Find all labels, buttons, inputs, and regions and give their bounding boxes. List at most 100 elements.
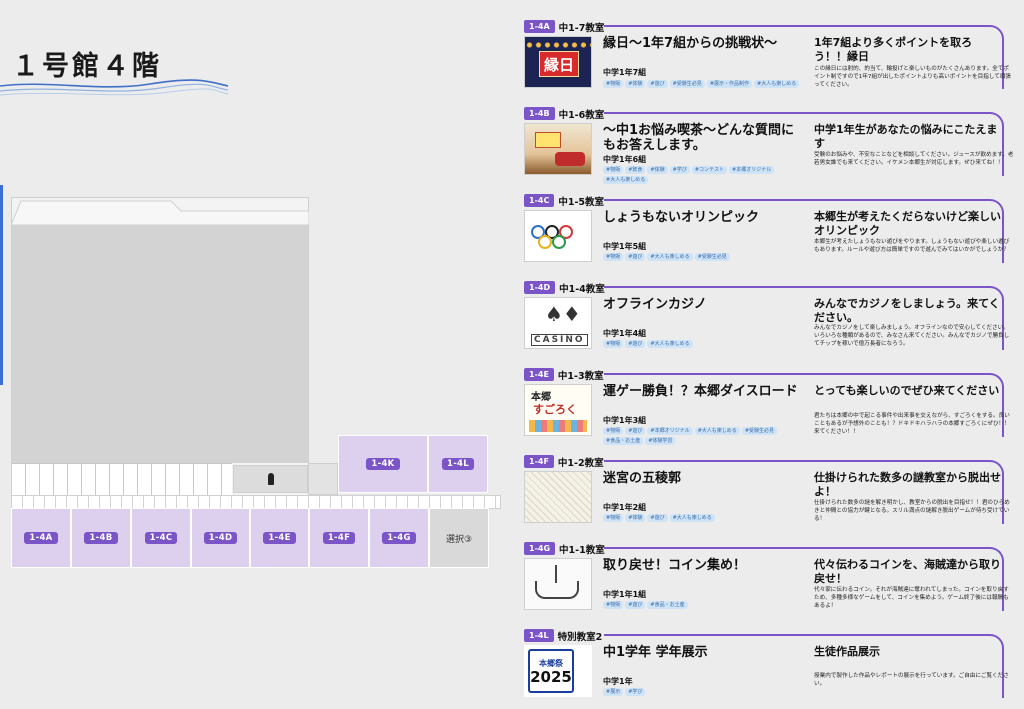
tag-chip: #物販: [603, 427, 624, 435]
tag-list: #物販 #遊び #大人も楽しめる: [603, 340, 813, 348]
event-card[interactable]: 1-4E 中1-3教室 本郷 すごろく 運ゲー勝負！？本郷ダイスロード 中学1年…: [524, 348, 1016, 445]
restroom: [233, 465, 308, 493]
event-title: 〜中1お悩み喫茶〜どんな質問にもお答えします。: [603, 123, 795, 153]
room-code-badge: 1-4C: [524, 194, 555, 207]
room-1-4l[interactable]: 1-4L: [428, 435, 488, 493]
festival-logo: 本郷祭 2025: [528, 649, 574, 693]
room-tag: 1-4A: [24, 532, 58, 544]
ship-icon: [535, 581, 579, 599]
casino-drawing: ♠♦: [545, 302, 581, 326]
cafe-counter: [555, 152, 585, 166]
room-code-badge: 1-4F: [524, 455, 554, 468]
room-name: 中1-1教室: [559, 544, 605, 556]
event-header: 1-4A 中1-7教室: [524, 20, 605, 34]
event-card[interactable]: 1-4B 中1-6教室 〜中1お悩み喫茶〜どんな質問にもお答えします。 中学1年…: [524, 87, 1016, 184]
event-thumbnail: [524, 471, 592, 523]
tag-chip: #物販: [603, 340, 624, 348]
thumbnail-text: CASINO: [531, 334, 588, 346]
event-title: オフラインカジノ: [603, 297, 707, 312]
lantern-decoration: [525, 41, 591, 49]
event-title: 中1学年 学年展示: [603, 645, 708, 660]
room-1-4g[interactable]: 1-4G: [369, 508, 429, 568]
building-roof: [11, 200, 309, 225]
room-name: 中1-7教室: [558, 22, 605, 34]
event-card[interactable]: 1-4L 特別教室2 本郷祭 2025 中1学年 学年展示 中学1年 #展示 #…: [524, 609, 1016, 698]
thumbnail-text: すごろく: [533, 403, 577, 416]
event-card[interactable]: 1-4G 中1-1教室 取り戻せ！コイン集め！ 中学1年1組 #物販 #遊び #…: [524, 522, 1016, 611]
event-title: 縁日〜1年7組からの挑戦状〜: [603, 36, 778, 51]
event-header: 1-4G 中1-1教室: [524, 542, 605, 556]
tag-chip: #大人も楽しめる: [669, 514, 715, 522]
room-1-4e[interactable]: 1-4E: [250, 508, 309, 568]
tag-chip: #本郷オリジナル: [729, 166, 775, 174]
event-title: 迷宮の五稜郭: [603, 471, 682, 486]
description-body: 代々家に伝わるコイン。それが海賊達に奪われてしまった。コインを取り戻すため、多種…: [814, 587, 1009, 609]
room-tag: 1-4G: [382, 532, 416, 544]
event-card[interactable]: 1-4F 中1-2教室 迷宮の五稜郭 中学1年2組 #物販 #体験 #遊び #大…: [524, 435, 1016, 524]
tag-chip: #物販: [603, 601, 624, 609]
description-title: 仕掛けられた数多の謎教室から脱出せよ！: [814, 471, 1001, 498]
tag-chip: #物販: [603, 253, 624, 261]
description-body: 仕掛けられた数多の謎を解き明かし、教室からの脱出を目指せ！！君のひらめきと仲間と…: [814, 500, 1010, 522]
tag-chip: #体験: [647, 166, 668, 174]
event-title: 取り戻せ！コイン集め！: [603, 558, 747, 573]
tag-chip: #食品・お土産: [647, 601, 688, 609]
room-1-4d[interactable]: 1-4D: [191, 508, 250, 568]
room-tag: 1-4D: [203, 532, 238, 544]
central-area: [12, 225, 308, 463]
tag-chip: #体験: [625, 514, 646, 522]
room-name: 中1-6教室: [558, 109, 605, 121]
event-header: 1-4E 中1-3教室: [524, 368, 604, 382]
room-1-4b[interactable]: 1-4B: [71, 508, 131, 568]
room-tag: 1-4L: [442, 458, 474, 470]
room-code-badge: 1-4D: [524, 281, 556, 294]
tag-chip: #コンテスト: [691, 166, 728, 174]
tag-chip: #受験生必見: [694, 253, 730, 261]
description-title: みんなでカジノをしましょう。来てください。: [814, 297, 1000, 324]
room-code-badge: 1-4L: [524, 629, 554, 642]
map-edge: [0, 185, 3, 385]
tag-chip: #展示: [603, 688, 624, 696]
room-tag: 1-4B: [84, 532, 118, 544]
tag-chip: #学び: [625, 688, 646, 696]
event-card[interactable]: 1-4D 中1-4教室 ♠♦ CASINO オフラインカジノ 中学1年4組 #物…: [524, 261, 1016, 350]
event-card[interactable]: 1-4A 中1-7教室 縁日 縁日〜1年7組からの挑戦状〜 中学1年7組 #物販…: [524, 0, 1016, 89]
room-1-4a[interactable]: 1-4A: [11, 508, 71, 568]
tag-chip: #受験生必見: [741, 427, 778, 435]
description-body: 授業内で製作した作品やレポートの展示を行っています。ご自由にご覧ください。: [814, 673, 1009, 687]
wave-decoration: [0, 79, 229, 96]
room-name: 中1-5教室: [558, 196, 604, 208]
event-thumbnail: 本郷 すごろく: [524, 384, 592, 436]
class-name: 中学1年6組: [603, 155, 647, 164]
staircase: [12, 463, 232, 495]
ring-icon: [552, 235, 566, 249]
corridor-block: [308, 463, 338, 495]
event-title: 運ゲー勝負！？本郷ダイスロード: [603, 384, 798, 399]
room-selection-3[interactable]: 選択③: [429, 508, 489, 568]
ring-icon: [538, 235, 552, 249]
event-thumbnail: 縁日: [524, 36, 592, 88]
tag-chip: #本郷オリジナル: [647, 427, 693, 435]
tag-chip: #遊び: [625, 340, 646, 348]
event-header: 1-4D 中1-4教室: [524, 281, 605, 295]
tag-chip: #大人も楽しめる: [647, 253, 693, 261]
tag-list: #物販 #遊び #大人も楽しめる #受験生必見: [603, 253, 813, 261]
description-body: この縁日には射的、的当て、輪投げと楽しいものがたくさんあります。全てポイント制で…: [814, 66, 1012, 88]
tag-chip: #遊び: [625, 253, 646, 261]
person-icon: [267, 473, 274, 485]
room-1-4c[interactable]: 1-4C: [131, 508, 191, 568]
event-thumbnail: [524, 210, 592, 262]
tag-chip: #遊び: [625, 427, 646, 435]
event-header: 1-4F 中1-2教室: [524, 455, 604, 469]
event-card[interactable]: 1-4C 中1-5教室 しょうもないオリンピック 中学1年5組 #物販 #遊び …: [524, 174, 1016, 263]
room-1-4k[interactable]: 1-4K: [338, 435, 428, 493]
logo-year: 2025: [530, 667, 572, 686]
event-header: 1-4C 中1-5教室: [524, 194, 604, 208]
description-body: 本郷生が考えたしょうもない遊びをやります。しょうもない遊びや楽しい遊びもあります…: [814, 239, 1010, 253]
tag-chip: #物販: [603, 514, 624, 522]
class-name: 中学1年3組: [603, 416, 647, 425]
room-name: 特別教室2: [557, 631, 603, 643]
room-1-4f[interactable]: 1-4F: [309, 508, 369, 568]
event-title: しょうもないオリンピック: [603, 210, 760, 225]
tag-chip: #遊び: [625, 601, 646, 609]
